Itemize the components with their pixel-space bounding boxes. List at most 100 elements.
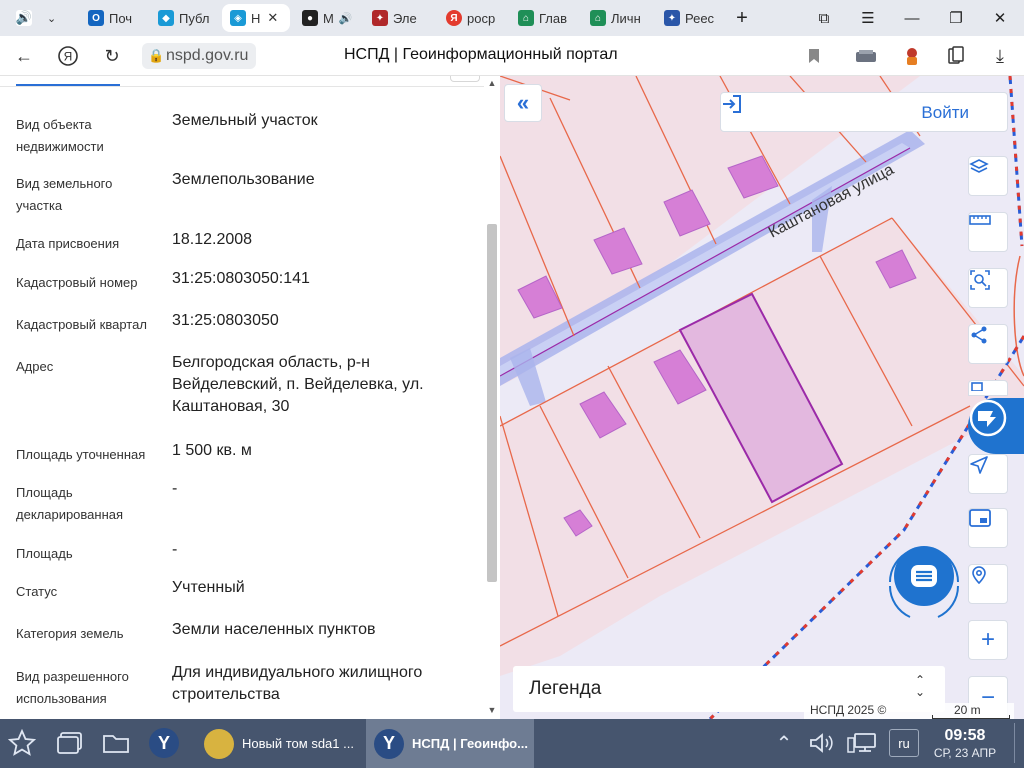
download-icon[interactable]: ⤓ — [986, 42, 1014, 70]
field-label: Адрес — [16, 359, 54, 374]
tabs-overview-icon[interactable]: ⧉ — [808, 4, 840, 32]
status-value: Учтенный — [172, 579, 245, 596]
tab-music[interactable]: ● М 🔊 — [294, 4, 360, 32]
tab-label: Н — [251, 10, 261, 26]
volume-icon[interactable] — [806, 727, 838, 759]
reload-icon[interactable]: ↻ — [98, 42, 126, 70]
login-button[interactable]: Войти — [720, 92, 1008, 132]
geo-search-button[interactable] — [968, 564, 1008, 604]
tab-electronic[interactable]: ✦ Эле — [364, 4, 438, 32]
collapse-box[interactable] — [450, 76, 480, 82]
field-label: Вид разрешенного использования — [16, 669, 129, 706]
field-label: Дата присвоения — [16, 236, 120, 251]
divider — [0, 86, 484, 87]
print-icon — [971, 382, 983, 391]
back-icon[interactable]: ← — [10, 42, 38, 70]
url-text: nspd.gov.ru — [166, 47, 249, 64]
svg-text:Я: Я — [64, 50, 73, 64]
close-tab-icon[interactable]: ✕ — [267, 10, 278, 26]
field-label: Категория земель — [16, 626, 124, 641]
restore-icon[interactable]: ❐ — [940, 4, 972, 32]
field-label: Вид земельного участка — [16, 176, 113, 213]
area-select-button[interactable] — [968, 268, 1008, 308]
yandex-icon: Я — [446, 10, 462, 26]
field-value: Земли населенных пунктов — [172, 621, 376, 638]
field-value: Землепользование — [172, 171, 315, 188]
file-manager-icon[interactable] — [100, 727, 132, 759]
map-view[interactable]: Каштановая улица « Войти + − Легенда ⌃ ⌄… — [500, 76, 1024, 719]
task-view-icon[interactable] — [54, 727, 86, 759]
panel-scrollbar[interactable]: ▲ ▼ — [486, 76, 498, 719]
new-tab-button[interactable]: + — [726, 4, 758, 32]
speaker-icon[interactable]: 🔊 — [339, 12, 353, 25]
clock-time[interactable]: 09:58 — [935, 727, 995, 745]
close-window-icon[interactable]: ✕ — [984, 4, 1016, 32]
tab-main[interactable]: ⌂ Глав — [510, 4, 580, 32]
yandex-home-icon[interactable]: Я — [54, 42, 82, 70]
zoom-in-button[interactable]: + — [968, 620, 1008, 660]
field-value: Земельный участок — [172, 112, 318, 129]
tray-expand-icon[interactable]: ⌃ — [768, 727, 800, 759]
screen-button[interactable] — [968, 508, 1008, 548]
collapse-panel-button[interactable]: « — [504, 84, 542, 122]
chat-button[interactable] — [880, 538, 968, 626]
tab-registry[interactable]: ✦ Реес — [656, 4, 726, 32]
layers-button[interactable] — [968, 156, 1008, 196]
network-icon[interactable] — [846, 727, 878, 759]
task-label: НСПД | Геоинфо... — [412, 736, 528, 751]
area-select-icon — [970, 270, 990, 290]
print-button[interactable] — [968, 380, 1008, 396]
chat-icon — [889, 546, 959, 618]
share-button[interactable] — [968, 324, 1008, 364]
tab-public[interactable]: ◆ Публ — [150, 4, 218, 32]
gosuslugi-button[interactable] — [968, 398, 1024, 454]
address-bar: ← Я ↻ 🔒 nspd.gov.ru НСПД | Геоинформацио… — [0, 36, 1024, 76]
legend-toggle-icon[interactable]: ⌃ ⌄ — [915, 674, 925, 698]
nspd-icon: ◈ — [230, 10, 246, 26]
extension-icon[interactable] — [852, 42, 880, 70]
taskbar-item-browser[interactable]: Y НСПД | Геоинфо... — [366, 719, 534, 768]
start-menu-icon[interactable] — [6, 727, 38, 759]
scroll-thumb[interactable] — [487, 224, 497, 582]
bookmark-icon[interactable] — [800, 42, 828, 70]
tab-yandex-search[interactable]: Я роср — [438, 4, 508, 32]
tab-nspd-active[interactable]: ◈ Н ✕ — [222, 4, 290, 32]
collections-icon[interactable] — [942, 42, 970, 70]
address-value: Белгородская область, р-н Вейделевский, … — [172, 354, 424, 415]
field-label: Площадь уточненная — [16, 447, 146, 462]
tab-mail[interactable]: O Поч — [80, 4, 148, 32]
scroll-down-icon[interactable]: ▼ — [486, 705, 498, 715]
field-label: Кадастровый номер — [16, 275, 138, 290]
tab-label: Публ — [179, 10, 210, 26]
app-icon: ◆ — [158, 10, 174, 26]
taskbar: Y Новый том sda1 ... Y НСПД | Геоинфо...… — [0, 719, 1024, 768]
show-desktop-button[interactable] — [1014, 723, 1022, 763]
navigate-button[interactable] — [968, 454, 1008, 494]
field-value: 1 500 кв. м — [172, 442, 252, 459]
layers-icon — [969, 159, 989, 173]
tab-personal[interactable]: ⌂ Личн — [582, 4, 654, 32]
field-label: Площадь декларированная — [16, 485, 124, 522]
chevron-down-icon[interactable]: ⌄ — [47, 12, 56, 25]
tab-sound-group[interactable]: 🔊 ⌄ — [8, 4, 72, 32]
navigate-icon — [970, 456, 988, 474]
copyright-text: НСПД 2025 © — [810, 703, 887, 717]
field-value: Для индивидуального жилищного строительс… — [172, 664, 423, 703]
keyboard-layout-indicator[interactable]: ru — [889, 729, 919, 757]
tab-label: Личн — [611, 10, 641, 26]
share-icon — [971, 326, 987, 344]
ruler-button[interactable] — [968, 212, 1008, 252]
clock-date[interactable]: СР, 23 АПР — [930, 746, 1000, 760]
browser-tab-strip: 🔊 ⌄ O Поч ◆ Публ ◈ Н ✕ ● М 🔊 ✦ Эле Я рос… — [0, 0, 1024, 36]
url-field[interactable]: 🔒 nspd.gov.ru — [142, 43, 257, 69]
tab-label: Глав — [539, 10, 568, 26]
minimize-icon[interactable]: — — [896, 4, 928, 32]
taskbar-item-volume[interactable]: Новый том sda1 ... — [196, 719, 362, 768]
tab-label: М — [323, 10, 334, 26]
extension-icon[interactable] — [898, 42, 926, 70]
yandex-browser-icon: Y — [374, 728, 404, 759]
menu-icon[interactable]: ☰ — [852, 4, 884, 32]
scroll-up-icon[interactable]: ▲ — [486, 78, 498, 88]
yandex-browser-icon[interactable]: Y — [148, 727, 180, 759]
field-label: Статус — [16, 584, 58, 599]
